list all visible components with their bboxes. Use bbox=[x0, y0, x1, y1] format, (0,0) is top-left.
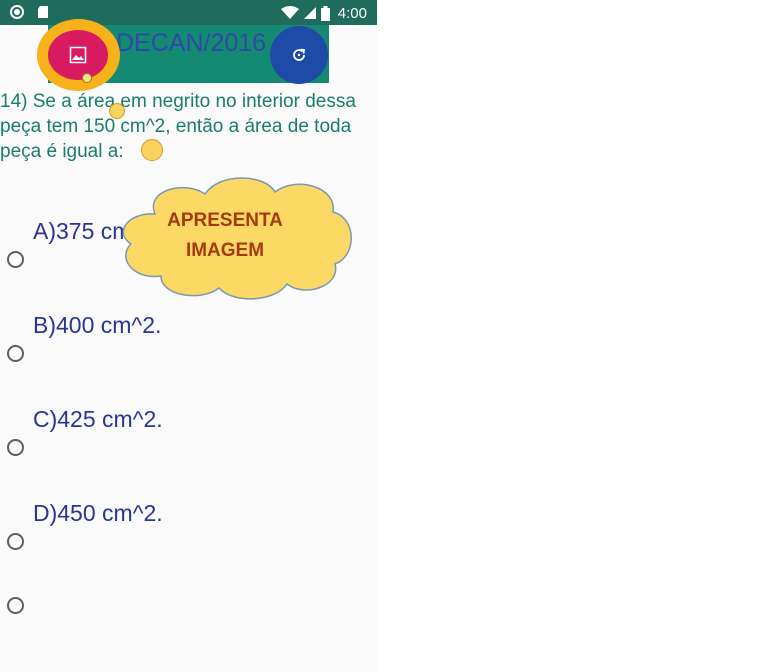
image-icon bbox=[69, 46, 87, 64]
status-time: 4:00 bbox=[337, 4, 367, 22]
option-b-radio[interactable] bbox=[7, 345, 24, 362]
tap-indicator bbox=[109, 103, 125, 119]
option-d-label: D)450 cm^2. bbox=[33, 500, 163, 526]
tap-indicator bbox=[82, 73, 92, 83]
status-bar: 4:00 bbox=[0, 0, 377, 25]
sd-card-icon bbox=[38, 6, 48, 18]
option-e-radio[interactable] bbox=[7, 597, 24, 614]
annotation-line-1: APRESENTA bbox=[167, 210, 283, 231]
signal-icon bbox=[303, 7, 316, 19]
show-image-button[interactable] bbox=[48, 30, 108, 80]
option-a-radio[interactable] bbox=[7, 251, 24, 268]
status-right-group: 4:00 bbox=[280, 3, 367, 23]
refresh-button[interactable] bbox=[270, 26, 328, 84]
phone-screen: 4:00 DECAN/2016 14) Se a área em negrito… bbox=[0, 0, 377, 672]
annotation-line-2: IMAGEM bbox=[185, 240, 265, 261]
toolbar-title: DECAN/2016 bbox=[116, 29, 267, 57]
wifi-icon bbox=[280, 6, 299, 19]
annotation-text: APRESENTA IMAGEM bbox=[115, 206, 335, 266]
option-d-radio[interactable] bbox=[7, 533, 24, 550]
option-c-label: C)425 cm^2. bbox=[33, 406, 163, 432]
question-text: 14) Se a área em negrito no interior des… bbox=[0, 91, 356, 162]
battery-icon bbox=[320, 5, 330, 21]
option-b-label: B)400 cm^2. bbox=[33, 312, 162, 338]
circle-icon bbox=[10, 5, 24, 19]
option-c-radio[interactable] bbox=[7, 439, 24, 456]
refresh-icon bbox=[293, 48, 306, 61]
tap-indicator bbox=[141, 139, 163, 161]
